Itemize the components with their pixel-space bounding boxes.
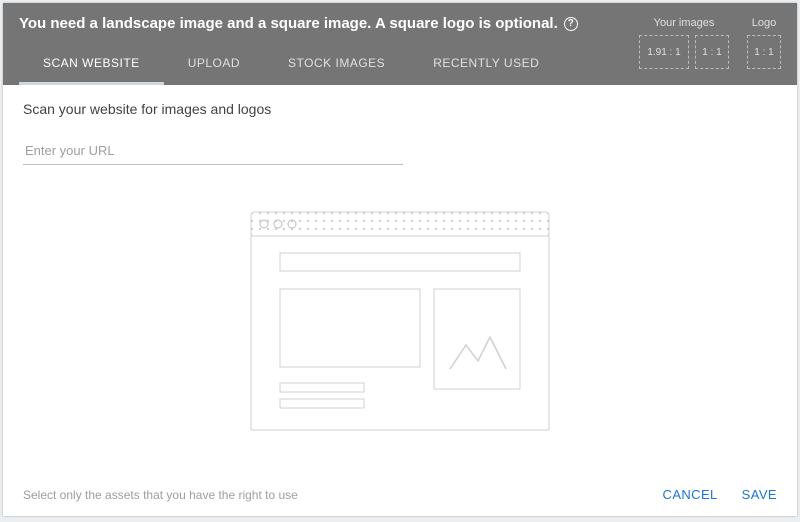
dialog-footer: Select only the assets that you have the… [3,477,797,516]
tab-upload[interactable]: UPLOAD [164,46,264,85]
your-images-label: Your images [639,17,729,29]
dialog-header: You need a landscape image and a square … [3,3,797,85]
tab-recently-used[interactable]: RECENTLY USED [409,46,563,85]
your-images-group: Your images 1.91 : 1 1 : 1 [639,17,729,69]
help-icon[interactable]: ? [564,17,578,31]
url-input[interactable] [23,137,403,165]
save-button[interactable]: SAVE [742,487,777,502]
footer-disclaimer: Select only the assets that you have the… [23,488,298,502]
image-picker-dialog: You need a landscape image and a square … [3,3,797,516]
body-subtitle: Scan your website for images and logos [23,101,777,117]
tab-stock-images[interactable]: STOCK IMAGES [264,46,409,85]
slot-square[interactable]: 1 : 1 [695,35,729,69]
footer-actions: CANCEL SAVE [663,487,777,502]
your-images-row: 1.91 : 1 1 : 1 [639,35,729,69]
logo-label: Logo [747,17,781,29]
illustration-wrap [23,165,777,477]
slot-logo[interactable]: 1 : 1 [747,35,781,69]
dialog-title: You need a landscape image and a square … [19,15,558,32]
header-left: You need a landscape image and a square … [19,15,639,85]
cancel-button[interactable]: CANCEL [663,487,718,502]
title-row: You need a landscape image and a square … [19,15,639,46]
dialog-body: Scan your website for images and logos [3,85,797,477]
logo-row: 1 : 1 [747,35,781,69]
logo-group: Logo 1 : 1 [747,17,781,69]
tab-bar: SCAN WEBSITE UPLOAD STOCK IMAGES RECENTL… [19,46,639,85]
slot-landscape[interactable]: 1.91 : 1 [639,35,689,69]
header-slots: Your images 1.91 : 1 1 : 1 Logo 1 : 1 [639,15,781,69]
tab-scan-website[interactable]: SCAN WEBSITE [19,46,164,85]
browser-illustration-icon [250,211,550,431]
